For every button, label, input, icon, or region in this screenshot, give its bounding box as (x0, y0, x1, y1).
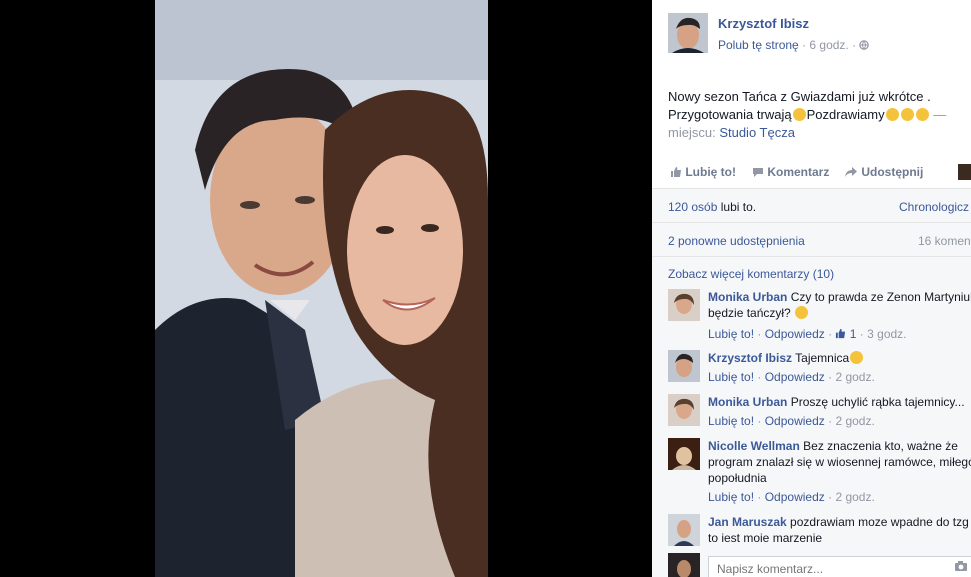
comment-input-box (708, 556, 971, 577)
comments-count: 16 komen (918, 234, 971, 248)
grin-emoji-icon (915, 108, 929, 121)
comment-button[interactable]: Komentarz (752, 165, 829, 179)
divider (652, 256, 971, 257)
comment-item: Monika Urban Proszę uchylić rąbka tajemn… (668, 394, 971, 434)
more-comments-link[interactable]: Zobacz więcej komentarzy (10) (668, 267, 834, 281)
comment-meta: Lubię to! · Odpowiedz · 2 godz. (708, 370, 875, 384)
comment-like-link[interactable]: Lubię to! (708, 370, 754, 384)
comment-input[interactable] (715, 559, 939, 577)
comment-like-link[interactable]: Lubię to! (708, 490, 754, 504)
commenter-avatar[interactable] (668, 289, 700, 321)
post-photo[interactable] (155, 0, 488, 577)
post-text: Nowy sezon Tańca z Gwiazdami już wkrótce… (668, 88, 968, 142)
comment-reply-link[interactable]: Odpowiedz (765, 370, 825, 384)
comment-like-link[interactable]: Lubię to! (708, 327, 754, 341)
post-text-part2: Pozdrawiamy (806, 107, 885, 122)
post-actions: Lubię to! Komentarz Udostępnij (652, 158, 971, 189)
like-button[interactable]: Lubię to! (670, 165, 736, 179)
like-label: Lubię to! (685, 165, 736, 179)
likes-count[interactable]: 120 osób (668, 200, 717, 214)
thumbs-up-icon (670, 165, 685, 179)
commenter-name[interactable]: Nicolle Wellman (708, 439, 800, 453)
comment-body: Jan Maruszak pozdrawiam moze wpadne do t… (708, 514, 971, 546)
sort-dropdown[interactable]: Chronologicz (899, 200, 969, 214)
comment-icon (752, 165, 767, 179)
like-page-link[interactable]: Polub tę stronę (718, 38, 799, 52)
comment-body: Nicolle Wellman Bez znaczenia kto, ważne… (708, 438, 971, 486)
grin-emoji-icon (900, 108, 914, 121)
thumbs-up-icon (835, 327, 846, 341)
comment-body: Monika Urban Czy to prawda ze Zenon Mart… (708, 289, 971, 321)
likes-suffix: lubi to. (720, 200, 757, 214)
grin-emoji-icon (885, 108, 899, 121)
post-text-line2: Przygotowania trwają Pozdrawiamy — (668, 106, 968, 124)
author-avatar[interactable] (668, 13, 708, 53)
avatar-image (668, 13, 708, 53)
comment-item: Krzysztof Ibisz Tajemnica Lubię to! · Od… (668, 350, 971, 390)
meta-separator: · (802, 38, 807, 52)
share-button[interactable]: Udostępnij (844, 165, 923, 179)
commenter-name[interactable]: Monika Urban (708, 395, 787, 409)
commenter-name[interactable]: Monika Urban (708, 290, 787, 304)
share-label: Udostępnij (861, 165, 924, 179)
comment-meta: Lubię to! · Odpowiedz · 2 godz. (708, 490, 875, 504)
share-icon (844, 165, 861, 179)
commenter-name[interactable]: Jan Maruszak (708, 515, 787, 529)
post-time[interactable]: 6 godz. (809, 38, 848, 52)
wink-emoji-icon (792, 108, 806, 121)
comment-text: Proszę uchylić rąbka tajemnicy... (790, 395, 965, 409)
comment-body: Krzysztof Ibisz Tajemnica (708, 350, 971, 366)
comment-reply-link[interactable]: Odpowiedz (765, 414, 825, 428)
smile-emoji-icon (795, 306, 809, 319)
globe-icon (859, 38, 870, 52)
smile-emoji-icon (850, 351, 864, 364)
commenter-avatar[interactable] (668, 514, 700, 546)
photo-illustration (155, 0, 488, 577)
commenter-avatar[interactable] (668, 438, 700, 470)
commenter-avatar[interactable] (668, 350, 700, 382)
shares-row: 2 ponowne udostępnienia 16 komen (668, 234, 971, 248)
location-link[interactable]: Studio Tęcza (719, 125, 795, 140)
commenter-avatar[interactable] (668, 394, 700, 426)
comment-body: Monika Urban Proszę uchylić rąbka tajemn… (708, 394, 971, 410)
post-dash: — (933, 107, 947, 122)
likes-row: 120 osób lubi to. Chronologicz (668, 200, 971, 214)
comment-time[interactable]: 2 godz. (835, 414, 874, 428)
camera-icon[interactable] (954, 560, 968, 575)
comment-like-link[interactable]: Lubię to! (708, 414, 754, 428)
comment-time[interactable]: 2 godz. (835, 490, 874, 504)
comment-label: Komentarz (767, 165, 830, 179)
location-prefix: miejscu: (668, 125, 716, 140)
comment-time[interactable]: 3 godz. (867, 327, 906, 341)
comment-time[interactable]: 2 godz. (835, 370, 874, 384)
commenter-name[interactable]: Krzysztof Ibisz (708, 351, 792, 365)
post-text-part: Przygotowania trwają (668, 107, 792, 122)
comment-item: Jan Maruszak pozdrawiam moze wpadne do t… (668, 514, 971, 550)
page-thumbnail[interactable] (958, 164, 971, 180)
post-meta: Polub tę stronę · 6 godz. · (718, 38, 870, 52)
comment-reply-link[interactable]: Odpowiedz (765, 490, 825, 504)
comment-reply-link[interactable]: Odpowiedz (765, 327, 825, 341)
shares-link[interactable]: 2 ponowne udostępnienia (668, 234, 805, 248)
comment-meta: Lubię to! · Odpowiedz · 2 godz. (708, 414, 875, 428)
meta-separator-2: · (852, 38, 857, 52)
post-text-line1: Nowy sezon Tańca z Gwiazdami już wkrótce… (668, 89, 931, 104)
comment-like-count[interactable]: 1 (850, 327, 857, 341)
comment-item: Nicolle Wellman Bez znaczenia kto, ważne… (668, 438, 971, 508)
current-user-avatar[interactable] (668, 553, 700, 577)
divider (652, 222, 971, 223)
post-location: miejscu: Studio Tęcza (668, 124, 968, 142)
comment-item: Monika Urban Czy to prawda ze Zenon Mart… (668, 289, 971, 345)
comment-text: Tajemnica (795, 351, 850, 365)
post-sidebar: Krzysztof Ibisz Polub tę stronę · 6 godz… (652, 0, 971, 577)
comment-meta: Lubię to! · Odpowiedz · 1 · 3 godz. (708, 327, 907, 341)
author-name[interactable]: Krzysztof Ibisz (718, 16, 809, 31)
